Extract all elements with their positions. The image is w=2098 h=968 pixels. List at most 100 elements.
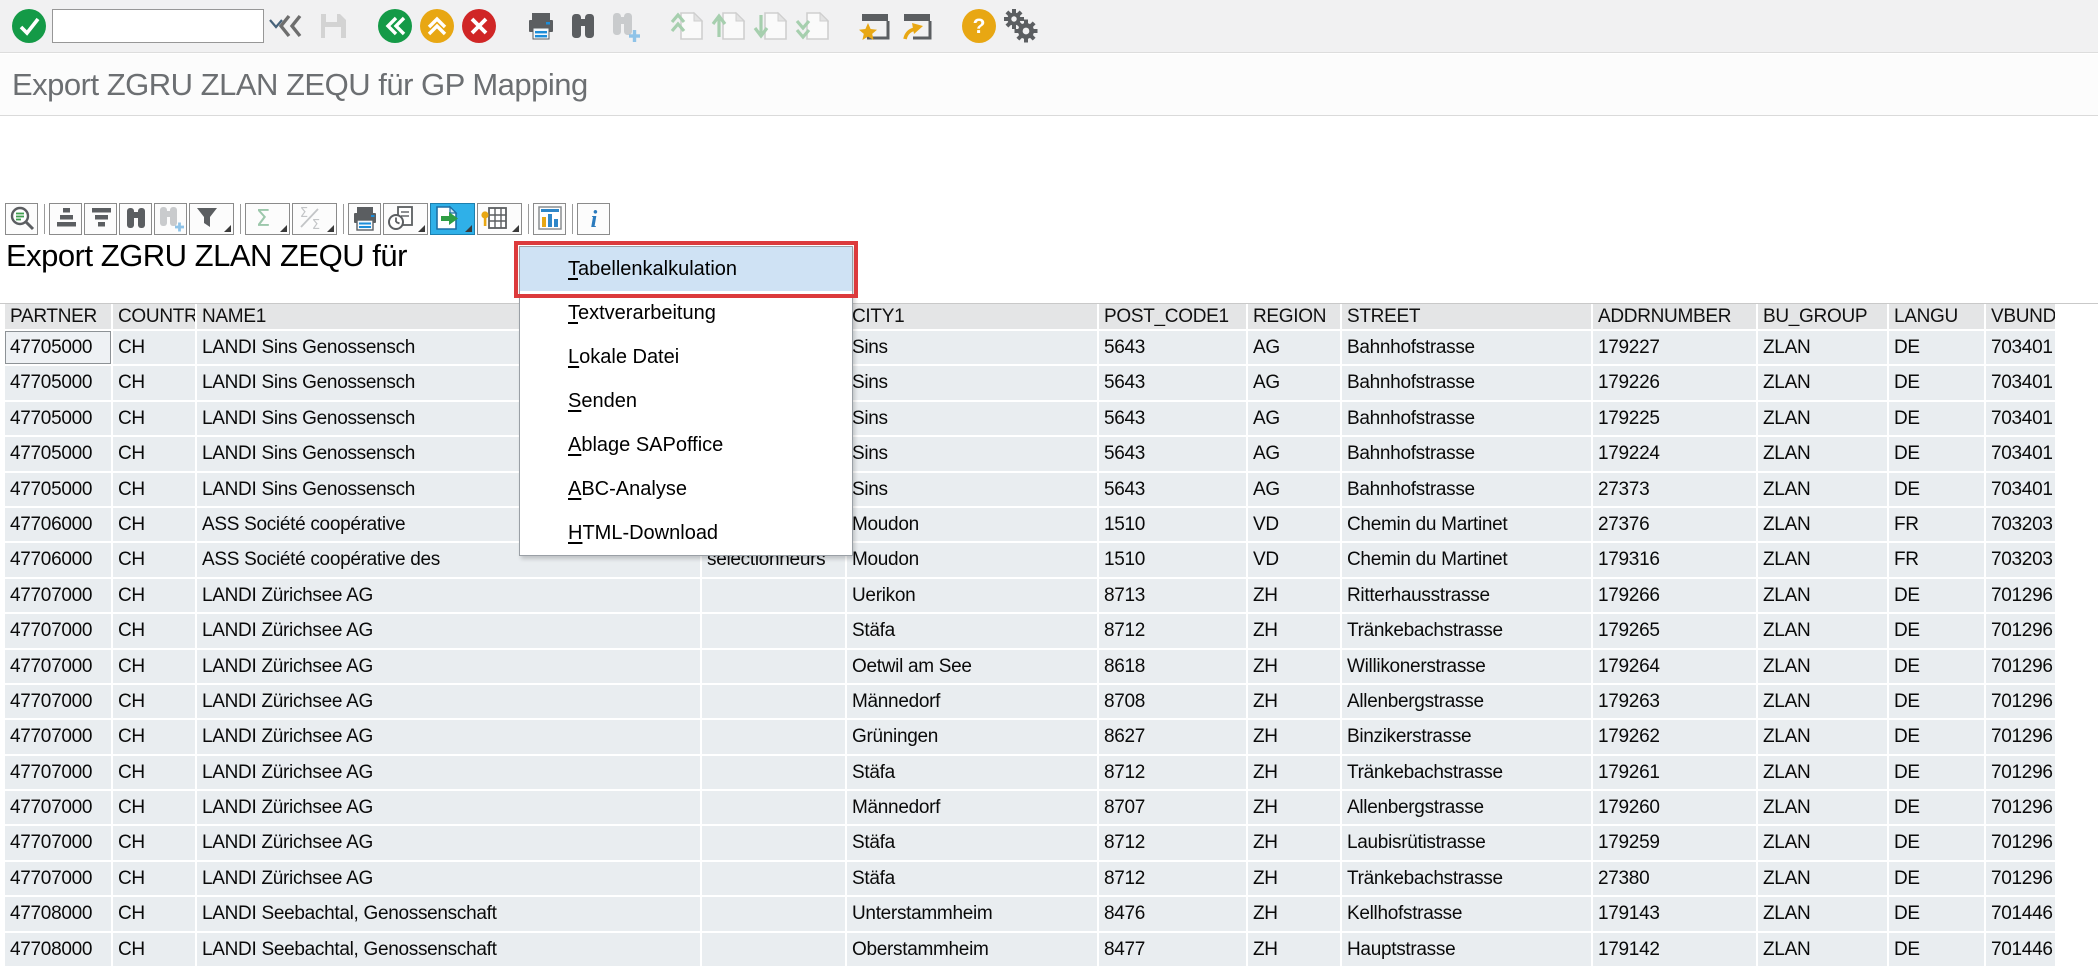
table-cell[interactable]: Willikonerstrasse (1342, 650, 1593, 685)
table-cell[interactable]: VD (1248, 543, 1342, 578)
table-cell[interactable]: Sins (847, 437, 1099, 472)
table-cell[interactable]: 179316 (1593, 543, 1758, 578)
table-cell[interactable]: 5643 (1099, 473, 1248, 508)
table-cell[interactable]: ZLAN (1758, 791, 1889, 826)
table-cell[interactable]: Moudon (847, 508, 1099, 543)
table-cell[interactable]: DE (1889, 791, 1986, 826)
table-cell[interactable]: LANDI Seebachtal, Genossenschaft (197, 933, 702, 968)
table-cell[interactable]: 47707000 (5, 826, 113, 861)
table-cell[interactable]: 8712 (1099, 826, 1248, 861)
table-cell[interactable]: 179259 (1593, 826, 1758, 861)
table-cell[interactable]: CH (113, 437, 197, 472)
alv-sort-asc-button[interactable] (49, 203, 82, 235)
table-cell[interactable]: Tränkebachstrasse (1342, 862, 1593, 897)
table-cell[interactable]: DE (1889, 331, 1986, 366)
table-cell[interactable]: ZLAN (1758, 897, 1889, 932)
table-cell[interactable]: DE (1889, 366, 1986, 401)
save-button[interactable] (312, 5, 354, 47)
table-cell[interactable]: CH (113, 579, 197, 614)
table-cell[interactable]: Bahnhofstrasse (1342, 473, 1593, 508)
customize-button[interactable] (1000, 5, 1042, 47)
table-cell[interactable]: 179262 (1593, 720, 1758, 755)
table-cell[interactable]: 179225 (1593, 402, 1758, 437)
table-cell[interactable]: 701296 (1986, 862, 2057, 897)
table-cell[interactable]: 701296 (1986, 579, 2057, 614)
table-cell[interactable]: ZLAN (1758, 579, 1889, 614)
table-cell[interactable]: Oetwil am See (847, 650, 1099, 685)
table-cell[interactable]: 47707000 (5, 862, 113, 897)
table-cell[interactable]: 5643 (1099, 437, 1248, 472)
table-cell[interactable]: Bahnhofstrasse (1342, 331, 1593, 366)
collapse-toolbar-button[interactable] (270, 5, 312, 47)
table-cell[interactable]: 27373 (1593, 473, 1758, 508)
alv-filter-button[interactable] (189, 203, 234, 235)
exit-button[interactable] (416, 5, 458, 47)
table-cell[interactable]: 701446 (1986, 897, 2057, 932)
table-cell[interactable]: 703401 (1986, 473, 2057, 508)
table-cell[interactable]: 701296 (1986, 650, 2057, 685)
table-cell[interactable]: LANDI Zürichsee AG (197, 614, 702, 649)
table-cell[interactable]: 47707000 (5, 756, 113, 791)
column-header[interactable]: VBUND (1986, 304, 2057, 331)
table-cell[interactable]: FR (1889, 543, 1986, 578)
table-cell[interactable]: AG (1248, 402, 1342, 437)
table-cell[interactable]: ZLAN (1758, 685, 1889, 720)
page-up-button[interactable] (708, 5, 750, 47)
table-cell[interactable]: DE (1889, 933, 1986, 968)
table-cell[interactable]: 47705000 (5, 331, 113, 366)
column-header[interactable]: BU_GROUP (1758, 304, 1889, 331)
table-cell[interactable]: DE (1889, 862, 1986, 897)
table-cell[interactable]: ZLAN (1758, 650, 1889, 685)
table-cell[interactable]: 47708000 (5, 897, 113, 932)
table-cell[interactable]: 47705000 (5, 366, 113, 401)
table-cell[interactable]: 703401 (1986, 437, 2057, 472)
table-cell[interactable]: 703401 (1986, 402, 2057, 437)
table-cell[interactable]: 47707000 (5, 579, 113, 614)
table-cell[interactable]: CH (113, 402, 197, 437)
table-cell[interactable]: ZLAN (1758, 933, 1889, 968)
table-cell[interactable]: Ritterhausstrasse (1342, 579, 1593, 614)
table-cell[interactable]: 47705000 (5, 402, 113, 437)
table-cell[interactable]: Oberstammheim (847, 933, 1099, 968)
table-cell[interactable]: Allenbergstrasse (1342, 791, 1593, 826)
table-cell[interactable]: ZH (1248, 650, 1342, 685)
table-cell[interactable]: Bahnhofstrasse (1342, 366, 1593, 401)
table-cell[interactable]: CH (113, 508, 197, 543)
table-cell[interactable]: 179224 (1593, 437, 1758, 472)
column-header[interactable]: CITY1 (847, 304, 1099, 331)
table-cell[interactable]: 179266 (1593, 579, 1758, 614)
table-cell[interactable] (702, 720, 847, 755)
table-cell[interactable]: LANDI Zürichsee AG (197, 685, 702, 720)
column-header[interactable]: ADDRNUMBER (1593, 304, 1758, 331)
menu-item-senden[interactable]: Senden (520, 379, 852, 423)
table-cell[interactable]: CH (113, 791, 197, 826)
table-cell[interactable]: ZLAN (1758, 862, 1889, 897)
table-cell[interactable]: 701446 (1986, 933, 2057, 968)
menu-item-abc-analyse[interactable]: ABC-Analyse (520, 467, 852, 511)
table-cell[interactable]: 47706000 (5, 543, 113, 578)
table-cell[interactable]: Kellhofstrasse (1342, 897, 1593, 932)
table-cell[interactable]: Unterstammheim (847, 897, 1099, 932)
table-cell[interactable]: 179264 (1593, 650, 1758, 685)
table-cell[interactable]: 701296 (1986, 614, 2057, 649)
table-cell[interactable]: 47707000 (5, 791, 113, 826)
column-header[interactable]: STREET (1342, 304, 1593, 331)
table-cell[interactable]: ZLAN (1758, 331, 1889, 366)
table-cell[interactable]: Sins (847, 331, 1099, 366)
table-cell[interactable]: 47708000 (5, 933, 113, 968)
table-cell[interactable]: LANDI Seebachtal, Genossenschaft (197, 897, 702, 932)
alv-graph-button[interactable] (533, 203, 566, 235)
table-cell[interactable]: 179261 (1593, 756, 1758, 791)
table-cell[interactable]: 47707000 (5, 614, 113, 649)
table-cell[interactable]: 47707000 (5, 720, 113, 755)
table-cell[interactable]: ZH (1248, 579, 1342, 614)
table-cell[interactable]: DE (1889, 897, 1986, 932)
table-cell[interactable]: CH (113, 720, 197, 755)
alv-details-button[interactable] (5, 203, 38, 235)
menu-item-tabellenkalkulation[interactable]: Tabellenkalkulation (520, 247, 852, 291)
table-cell[interactable]: VD (1248, 508, 1342, 543)
table-cell[interactable]: Hauptstrasse (1342, 933, 1593, 968)
alv-views-button[interactable] (383, 203, 428, 235)
table-cell[interactable] (702, 862, 847, 897)
table-cell[interactable]: DE (1889, 826, 1986, 861)
